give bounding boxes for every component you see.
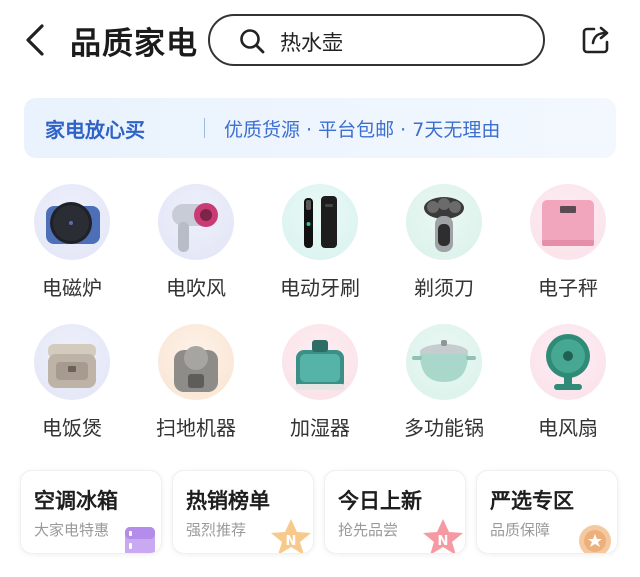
card-subtitle: 大家电特惠 <box>34 521 110 539</box>
category-shaver[interactable]: 剃须刀 <box>382 184 506 304</box>
banner-subtitle: 优质货源 · 平台包邮 · 7天无理由 <box>224 119 501 141</box>
search-input[interactable]: 热水壶 <box>208 14 545 66</box>
card-ac-fridge[interactable]: 空调冰箱 大家电特惠 <box>20 470 162 554</box>
shaver-image <box>406 184 482 260</box>
card-subtitle: 抢先品尝 <box>338 521 399 539</box>
category-electric-toothbrush[interactable]: 电动牙刷 <box>258 184 382 304</box>
category-label: 电磁炉 <box>42 276 102 300</box>
category-humidifier[interactable]: 加湿器 <box>258 324 382 444</box>
category-label: 扫地机器 <box>156 416 236 440</box>
svg-text:N: N <box>438 534 449 549</box>
banner-divider <box>204 118 205 138</box>
multi-pot-image <box>406 324 482 400</box>
category-label: 多功能锅 <box>404 416 484 440</box>
hair-dryer-image <box>158 184 234 260</box>
search-icon <box>240 29 265 54</box>
category-label: 加湿器 <box>290 416 350 440</box>
category-label: 电子秤 <box>538 276 598 300</box>
card-selected-zone[interactable]: 严选专区 品质保障 <box>476 470 618 554</box>
card-subtitle: 强烈推荐 <box>186 521 247 539</box>
back-arrow-icon[interactable] <box>22 22 50 58</box>
category-robot-vacuum[interactable]: 扫地机器 <box>134 324 258 444</box>
medal-icon <box>579 525 611 553</box>
header: 品质家电 热水壶 <box>0 0 640 84</box>
fan-image <box>530 324 606 400</box>
share-icon[interactable] <box>580 24 612 56</box>
banner-title: 家电放心买 <box>45 118 145 142</box>
robot-vacuum-image <box>158 324 234 400</box>
promo-banner[interactable]: 家电放心买 优质货源 · 平台包邮 · 7天无理由 <box>24 98 616 158</box>
card-title: 空调冰箱 <box>34 489 118 513</box>
category-label: 剃须刀 <box>414 276 474 300</box>
new-star-icon: N <box>423 519 463 553</box>
search-value: 热水壶 <box>280 31 343 55</box>
category-label: 电动牙刷 <box>280 276 360 300</box>
category-label: 电饭煲 <box>42 416 102 440</box>
category-label: 电吹风 <box>166 276 226 300</box>
page-title: 品质家电 <box>70 26 198 62</box>
category-scale[interactable]: 电子秤 <box>506 184 630 304</box>
induction-cooker-image <box>34 184 110 260</box>
humidifier-image <box>282 324 358 400</box>
category-fan[interactable]: 电风扇 <box>506 324 630 444</box>
hot-star-icon: N <box>271 519 311 553</box>
category-multi-pot[interactable]: 多功能锅 <box>382 324 506 444</box>
category-rice-cooker[interactable]: 电饭煲 <box>10 324 134 444</box>
card-subtitle: 品质保障 <box>490 521 551 539</box>
card-title: 热销榜单 <box>186 489 270 513</box>
svg-text:N: N <box>286 534 297 549</box>
rice-cooker-image <box>34 324 110 400</box>
category-label: 电风扇 <box>538 416 598 440</box>
card-title: 严选专区 <box>490 489 574 513</box>
category-hair-dryer[interactable]: 电吹风 <box>134 184 258 304</box>
card-title: 今日上新 <box>338 489 422 513</box>
category-induction-cooker[interactable]: 电磁炉 <box>10 184 134 304</box>
card-hot-list[interactable]: 热销榜单 强烈推荐 N <box>172 470 314 554</box>
fridge-icon <box>125 527 155 553</box>
card-new-today[interactable]: 今日上新 抢先品尝 N <box>324 470 466 554</box>
electric-toothbrush-image <box>282 184 358 260</box>
scale-image <box>530 184 606 260</box>
